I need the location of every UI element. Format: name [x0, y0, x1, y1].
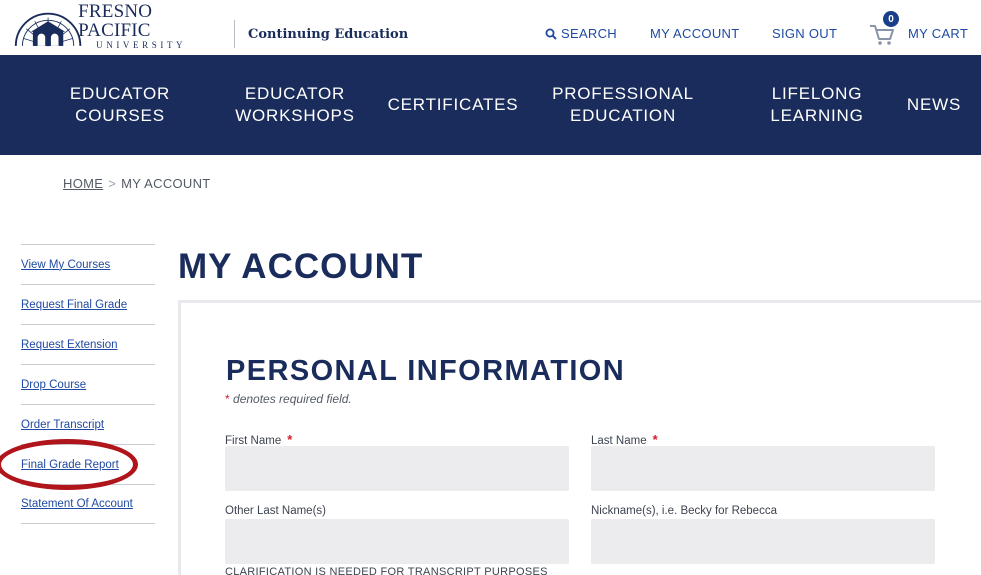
section-title: PERSONAL INFORMATION — [226, 355, 626, 387]
required-note-text: denotes required field. — [233, 392, 352, 406]
sidebar-item-drop-course[interactable]: Drop Course — [21, 364, 155, 404]
nav-item-lifelong-learning[interactable]: LIFELONG LEARNING — [764, 55, 870, 155]
cart-count-badge: 0 — [883, 11, 899, 27]
search-link[interactable]: SEARCH — [545, 26, 617, 41]
first-name-field[interactable] — [225, 446, 569, 491]
sidebar-item-request-final-grade[interactable]: Request Final Grade — [21, 284, 155, 324]
last-name-field[interactable] — [591, 446, 935, 491]
nickname-field[interactable] — [591, 519, 935, 564]
sidebar-item-order-transcript[interactable]: Order Transcript — [21, 404, 155, 444]
university-logo[interactable]: FRESNO PACIFIC UNIVERSITY — [12, 2, 222, 50]
main-navigation: EDUCATOR COURSES EDUCATOR WORKSHOPS CERT… — [0, 55, 981, 155]
breadcrumb-home-link[interactable]: HOME — [63, 176, 103, 191]
logo-name: FRESNO PACIFIC — [78, 1, 153, 41]
sidebar-item-view-my-courses[interactable]: View My Courses — [21, 244, 155, 284]
breadcrumb-separator: > — [108, 176, 117, 191]
nav-item-educator-courses[interactable]: EDUCATOR COURSES — [60, 55, 180, 155]
sidebar-item-statement-of-account[interactable]: Statement Of Account — [21, 484, 155, 524]
highlight-annotation-ring — [0, 439, 138, 490]
sidebar-item-request-extension[interactable]: Request Extension — [21, 324, 155, 364]
nickname-label: Nickname(s), i.e. Becky for Rebecca — [591, 505, 777, 517]
first-name-required-star: * — [287, 432, 293, 447]
sign-out-link[interactable]: SIGN OUT — [772, 26, 837, 41]
top-utility-bar: FRESNO PACIFIC UNIVERSITY Continuing Edu… — [0, 0, 981, 55]
my-account-link[interactable]: MY ACCOUNT — [650, 26, 739, 41]
other-last-name-label: Other Last Name(s) — [225, 505, 326, 517]
nav-item-educator-workshops[interactable]: EDUCATOR WORKSHOPS — [232, 55, 358, 155]
search-icon — [545, 28, 557, 40]
continuing-education-label[interactable]: Continuing Education — [248, 27, 408, 42]
last-name-label: Last Name * — [591, 432, 658, 447]
other-last-name-field[interactable] — [225, 519, 569, 564]
logo-divider — [234, 20, 235, 48]
nav-item-news[interactable]: NEWS — [900, 55, 968, 155]
nav-item-professional-education[interactable]: PROFESSIONAL EDUCATION — [548, 55, 698, 155]
search-label: SEARCH — [561, 26, 617, 41]
nav-item-certificates[interactable]: CERTIFICATES — [388, 55, 518, 155]
last-name-required-star: * — [652, 432, 658, 447]
first-name-label: First Name * — [225, 432, 292, 447]
logo-wordmark: FRESNO PACIFIC UNIVERSITY — [78, 2, 222, 50]
university-seal-icon — [14, 12, 82, 47]
breadcrumb: HOME > MY ACCOUNT — [63, 176, 211, 191]
breadcrumb-current: MY ACCOUNT — [121, 176, 211, 191]
transcript-clarification-note: CLARIFICATION IS NEEDED FOR TRANSCRIPT P… — [225, 566, 548, 575]
my-cart-link[interactable]: MY CART — [908, 26, 968, 41]
required-star: * — [225, 392, 230, 406]
required-field-note: * denotes required field. — [225, 392, 352, 406]
page-title: MY ACCOUNT — [178, 247, 424, 286]
logo-subtitle: UNIVERSITY — [96, 40, 187, 50]
